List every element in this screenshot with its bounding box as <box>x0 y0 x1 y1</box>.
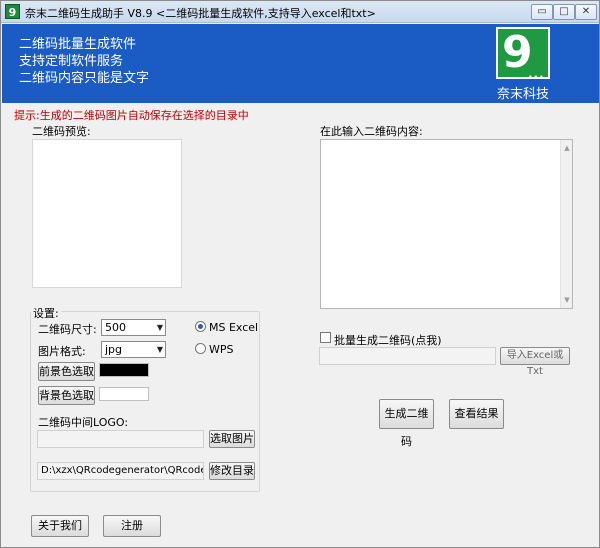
maximize-button[interactable]: □ <box>553 4 575 20</box>
company-logo: 9 ... <box>496 27 550 81</box>
logo-dots: ... <box>528 67 545 81</box>
preview-label: 二维码预览: <box>32 125 91 138</box>
format-select[interactable]: jpg ▼ <box>101 341 166 358</box>
format-value: jpg <box>105 343 123 356</box>
batch-checkbox[interactable] <box>320 332 331 343</box>
excel-radio[interactable] <box>195 321 206 332</box>
background-color-swatch <box>99 387 149 401</box>
excel-radio-label[interactable]: MS Excel <box>209 321 258 334</box>
select-logo-button[interactable]: 选取图片 <box>209 430 255 448</box>
foreground-color-button[interactable]: 前景色选取 <box>38 362 95 381</box>
window-title: 奈末二维码生成助手 V8.9 <二维码批量生成软件,支持导入excel和txt> <box>25 7 376 20</box>
minimize-button[interactable]: ▭ <box>531 4 553 20</box>
content-scrollbar[interactable]: ▲ ▼ <box>560 140 572 308</box>
scroll-up-icon[interactable]: ▲ <box>561 142 573 154</box>
size-value: 500 <box>105 321 126 334</box>
chevron-down-icon: ▼ <box>156 323 163 332</box>
header-banner: 二维码批量生成软件 支持定制软件服务 二维码内容只能是文字 9 ... 奈末科技 <box>2 24 599 103</box>
company-name: 奈末科技 <box>497 87 550 102</box>
save-hint: 提示:生成的二维码图片自动保存在选择的目录中 <box>14 109 249 122</box>
size-select[interactable]: 500 ▼ <box>101 319 166 336</box>
qr-content-input[interactable]: ▲ ▼ <box>320 139 573 309</box>
batch-checkbox-label[interactable]: 批量生成二维码(点我) <box>334 332 442 348</box>
settings-caption: 设置: <box>31 305 61 321</box>
title-bar: 9 奈末二维码生成助手 V8.9 <二维码批量生成软件,支持导入excel和tx… <box>1 1 599 23</box>
close-button[interactable]: ✕ <box>575 4 597 20</box>
background-color-button[interactable]: 背景色选取 <box>38 386 95 405</box>
radio-selected-dot <box>198 324 203 329</box>
banner-line-3: 二维码内容只能是文字 <box>19 71 150 86</box>
app-icon: 9 <box>5 4 20 19</box>
wps-radio-label[interactable]: WPS <box>209 343 234 356</box>
scroll-down-icon[interactable]: ▼ <box>561 294 573 306</box>
logo-label: 二维码中间LOGO: <box>38 416 129 429</box>
import-excel-button[interactable]: 导入Excel或Txt <box>500 347 570 377</box>
batch-file-field[interactable] <box>319 347 496 365</box>
chevron-down-icon: ▼ <box>156 345 163 354</box>
logo-path-field[interactable] <box>37 430 204 448</box>
content-label: 在此输入二维码内容: <box>320 125 423 138</box>
app-window: 9 奈末二维码生成助手 V8.9 <二维码批量生成软件,支持导入excel和tx… <box>0 0 600 548</box>
wps-radio[interactable] <box>195 343 206 354</box>
register-button[interactable]: 注册 <box>103 515 161 537</box>
format-label: 图片格式: <box>38 345 86 358</box>
output-dir-field[interactable]: D:\xzx\QRcodegenerator\QRcodeger <box>37 462 204 480</box>
size-label: 二维码尺寸: <box>38 323 97 336</box>
qr-preview-area <box>32 139 182 288</box>
generate-qr-button[interactable]: 生成二维码 <box>379 399 434 448</box>
change-dir-button[interactable]: 修改目录 <box>209 462 255 480</box>
about-us-button[interactable]: 关于我们 <box>31 515 89 537</box>
foreground-color-swatch <box>99 363 149 377</box>
view-results-button[interactable]: 查看结果 <box>449 399 504 429</box>
